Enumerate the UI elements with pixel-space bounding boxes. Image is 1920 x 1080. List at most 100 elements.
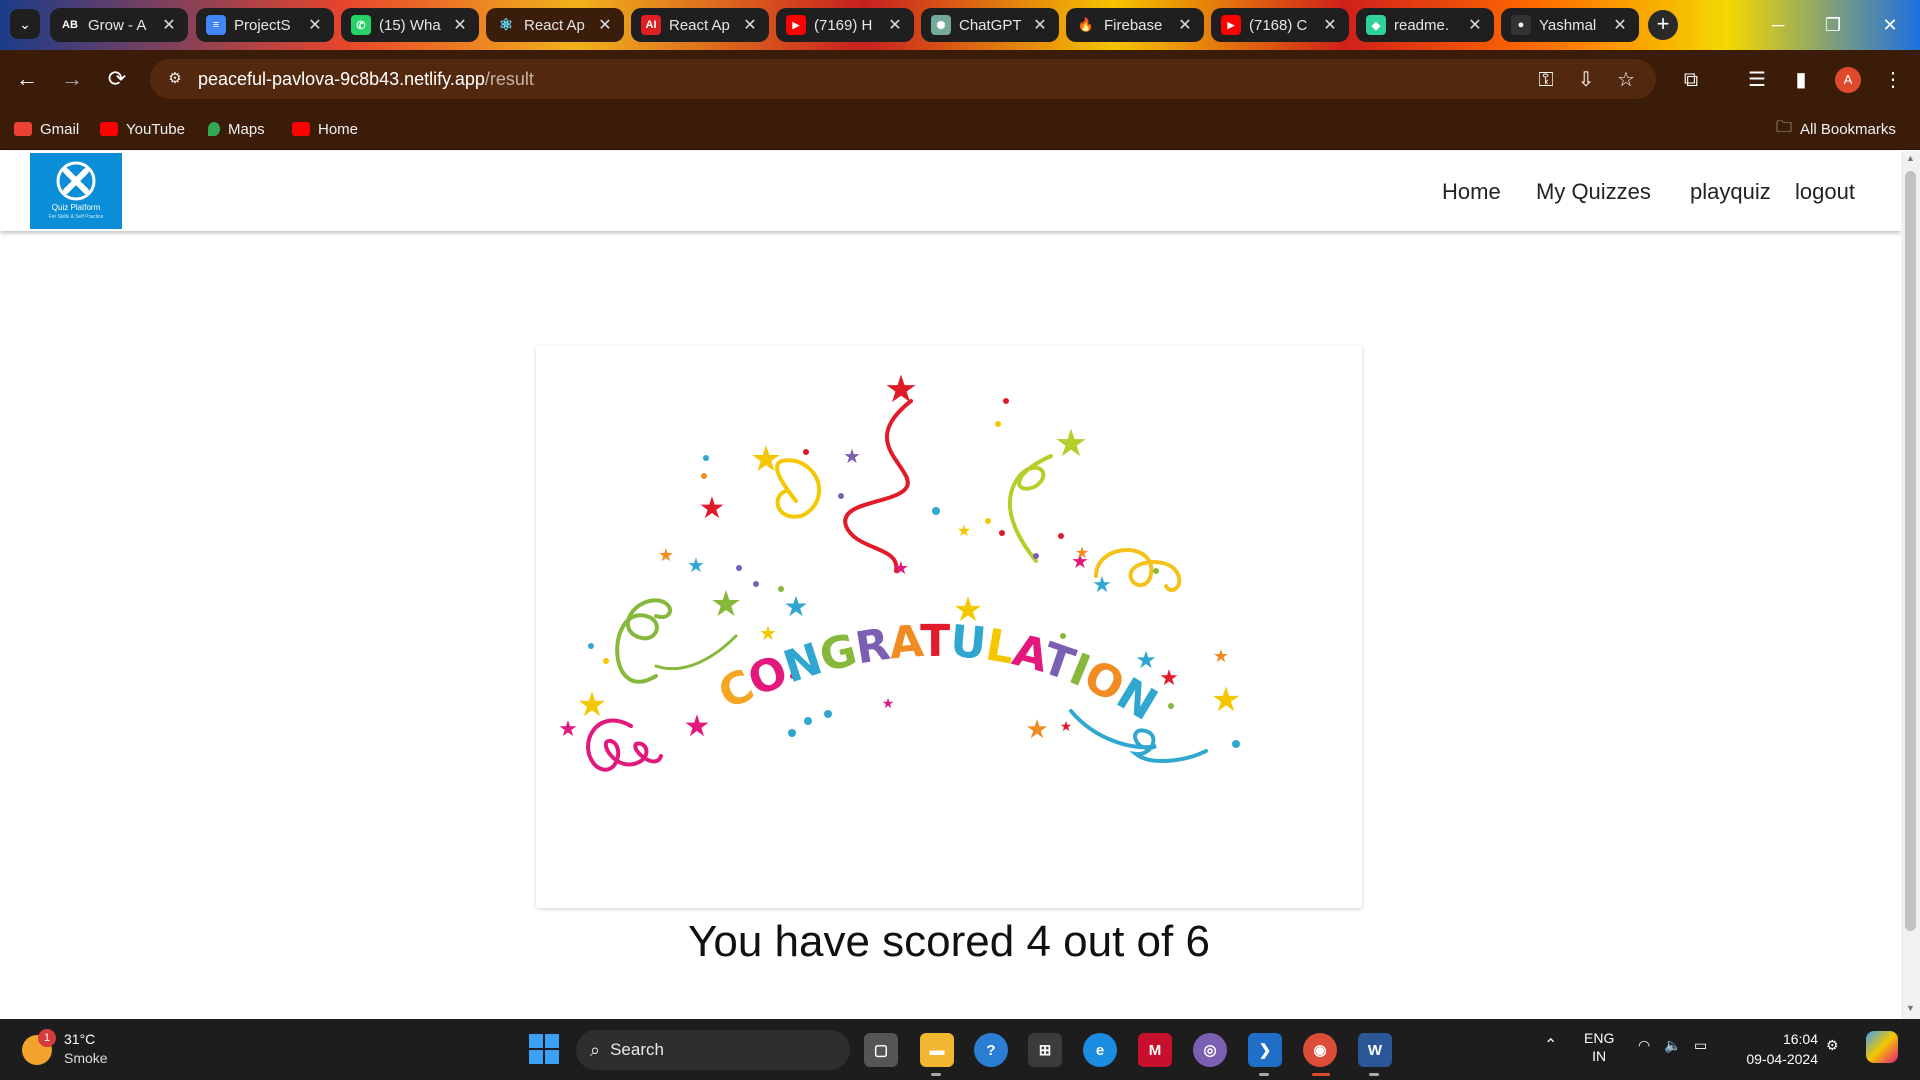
svg-text:★: ★: [558, 716, 578, 741]
tab-title: React Ap: [669, 16, 730, 34]
close-icon[interactable]: ✕: [1176, 15, 1194, 35]
tab-favicon-icon: ●: [1511, 15, 1531, 35]
browser-app-icon[interactable]: ◎: [1193, 1033, 1227, 1067]
svg-text:★: ★: [1092, 572, 1112, 597]
browser-tab[interactable]: ● Yashmal ✕: [1501, 8, 1639, 42]
congratulations-banner-text: CONGRATULATIONS: [536, 346, 1165, 730]
browser-tab[interactable]: ◆ readme. ✕: [1356, 8, 1494, 42]
tab-strip: ⌄ AB Grow - A ✕ ≡ ProjectS ✕ ✆ (15) Wha …: [0, 0, 1920, 50]
bookmark-youtube[interactable]: YouTube: [100, 118, 185, 140]
close-window-icon[interactable]: ✕: [1870, 10, 1910, 40]
restore-icon[interactable]: ❐: [1813, 10, 1853, 40]
all-bookmarks-button[interactable]: 🗀 All Bookmarks: [1776, 118, 1896, 140]
nav-my-quizzes-link[interactable]: My Quizzes: [1536, 179, 1651, 205]
page-scrollbar[interactable]: ▲ ▼: [1901, 151, 1920, 1019]
profile-avatar[interactable]: A: [1835, 67, 1861, 93]
reload-icon[interactable]: ⟳: [102, 64, 132, 94]
close-icon[interactable]: ✕: [1031, 15, 1049, 35]
browser-tab[interactable]: ✆ (15) Wha ✕: [341, 8, 479, 42]
tab-search-button[interactable]: ⌄: [10, 9, 40, 39]
extensions-icon[interactable]: ⧉: [1678, 67, 1704, 93]
tab-favicon-icon: AB: [60, 15, 80, 35]
tab-title: ChatGPT: [959, 16, 1022, 34]
copilot-icon[interactable]: [1866, 1031, 1898, 1063]
word-icon[interactable]: W: [1358, 1033, 1392, 1067]
more-menu-icon[interactable]: ⋮: [1880, 67, 1906, 93]
close-icon[interactable]: ✕: [1466, 15, 1484, 35]
vscode-icon[interactable]: ❯: [1248, 1033, 1282, 1067]
task-view-icon[interactable]: ▢: [864, 1033, 898, 1067]
svg-text:★: ★: [1025, 714, 1048, 744]
browser-tab[interactable]: AI React Ap ✕: [631, 8, 769, 42]
address-bar[interactable]: ⚙ peaceful-pavlova-9c8b43.netlify.app/re…: [150, 59, 1656, 99]
help-icon[interactable]: ?: [974, 1033, 1008, 1067]
browser-tab[interactable]: ≡ ProjectS ✕: [196, 8, 334, 42]
site-info-icon[interactable]: ⚙: [164, 68, 186, 90]
file-explorer-icon[interactable]: ▬: [920, 1033, 954, 1067]
media-controls-icon[interactable]: ☰: [1744, 67, 1770, 93]
browser-tab[interactable]: ▶ (7169) H ✕: [776, 8, 914, 42]
password-key-icon[interactable]: ⚿: [1534, 68, 1558, 92]
quiz-platform-logo[interactable]: Quiz Platform For Skills & Self Practice: [30, 153, 122, 229]
close-icon[interactable]: ✕: [451, 15, 469, 35]
active-app-indicator: [1312, 1073, 1330, 1076]
new-tab-button[interactable]: +: [1648, 10, 1678, 40]
nav-home-link[interactable]: Home: [1442, 179, 1501, 205]
bookmark-label: Gmail: [40, 120, 80, 138]
browser-tab[interactable]: ▶ (7168) C ✕: [1211, 8, 1349, 42]
windows-start-icon[interactable]: [528, 1033, 560, 1065]
show-hidden-icons-icon[interactable]: ⌃: [1544, 1035, 1557, 1055]
bookmark-home[interactable]: Home: [292, 118, 358, 140]
back-icon[interactable]: ←: [12, 64, 42, 94]
bookmark-gmail[interactable]: Gmail: [14, 118, 79, 140]
browser-tab-active[interactable]: ⚛ React Ap ✕: [486, 8, 624, 42]
svg-text:★: ★: [710, 583, 742, 624]
taskbar-clock[interactable]: 16:04 09-04-2024: [1738, 1029, 1818, 1069]
browser-tab[interactable]: 🔥 Firebase ✕: [1066, 8, 1204, 42]
tab-favicon-icon: ▶: [786, 15, 806, 35]
wifi-icon[interactable]: ◠: [1638, 1037, 1650, 1054]
bookmark-label: Maps: [228, 120, 265, 138]
tab-title: (15) Wha: [379, 16, 441, 34]
browser-toolbar: ← → ⟳ ⚙ peaceful-pavlova-9c8b43.netlify.…: [0, 50, 1920, 108]
svg-text:★: ★: [1213, 646, 1229, 666]
forward-icon[interactable]: →: [57, 64, 87, 94]
search-icon: ⌕: [590, 1039, 601, 1060]
close-icon[interactable]: ✕: [160, 15, 178, 35]
battery-icon[interactable]: ▭: [1694, 1037, 1707, 1054]
browser-tab[interactable]: ✺ ChatGPT ✕: [921, 8, 1059, 42]
bookmark-star-icon[interactable]: ☆: [1614, 68, 1638, 92]
close-icon[interactable]: ✕: [1611, 15, 1629, 35]
scroll-up-icon[interactable]: ▲: [1901, 153, 1920, 167]
weather-widget[interactable]: 1 31°C Smoke: [20, 1029, 130, 1071]
browser-tab[interactable]: AB Grow - A ✕: [50, 8, 188, 42]
close-icon[interactable]: ✕: [306, 15, 324, 35]
close-icon[interactable]: ✕: [596, 15, 614, 35]
notification-icon[interactable]: ⚙: [1826, 1037, 1839, 1054]
volume-icon[interactable]: 🔈: [1664, 1037, 1681, 1054]
install-app-icon[interactable]: ⇩: [1574, 68, 1598, 92]
chrome-icon[interactable]: ◉: [1303, 1033, 1337, 1067]
microsoft-store-icon[interactable]: ⊞: [1028, 1033, 1062, 1067]
nav-playquiz-link[interactable]: playquiz: [1690, 179, 1771, 205]
close-icon[interactable]: ✕: [886, 15, 904, 35]
close-icon[interactable]: ✕: [1321, 15, 1339, 35]
side-panel-icon[interactable]: ▮: [1788, 67, 1814, 93]
youtube-icon: [292, 122, 310, 136]
close-icon[interactable]: ✕: [741, 15, 759, 35]
taskbar-search[interactable]: ⌕ Search: [576, 1030, 850, 1070]
svg-text:★: ★: [687, 555, 705, 577]
scroll-down-icon[interactable]: ▼: [1901, 1003, 1920, 1017]
edge-icon[interactable]: e: [1083, 1033, 1117, 1067]
score-text: You have scored 4 out of 6: [688, 917, 1210, 966]
tab-favicon-icon: ▶: [1221, 15, 1241, 35]
nav-logout-link[interactable]: logout: [1795, 179, 1855, 205]
tab-favicon-icon: ◆: [1366, 15, 1386, 35]
language-indicator[interactable]: ENG IN: [1584, 1029, 1614, 1065]
scroll-thumb[interactable]: [1905, 171, 1916, 931]
minimize-icon[interactable]: ─: [1758, 10, 1798, 40]
bookmark-maps[interactable]: Maps: [208, 118, 265, 140]
mcafee-icon[interactable]: M: [1138, 1033, 1172, 1067]
svg-text:★: ★: [1075, 545, 1089, 562]
youtube-icon: [100, 122, 118, 136]
